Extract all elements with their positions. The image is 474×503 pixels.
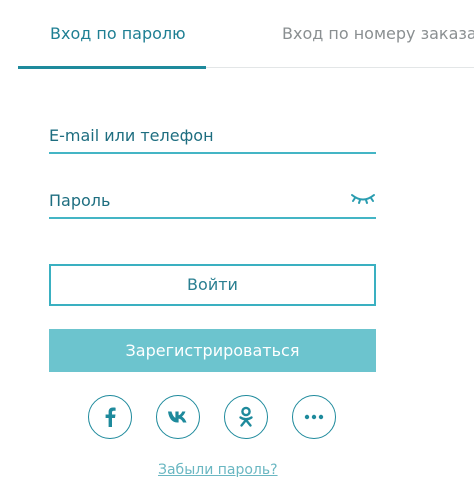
password-field-label: Пароль bbox=[49, 191, 111, 210]
odnoklassniki-login-button[interactable] bbox=[224, 395, 268, 439]
more-icon bbox=[304, 414, 324, 420]
active-tab-indicator bbox=[18, 66, 206, 69]
vk-login-button[interactable] bbox=[156, 395, 200, 439]
register-button[interactable]: Зарегистрироваться bbox=[49, 329, 376, 372]
forgot-password-link[interactable]: Забыли пароль? bbox=[158, 462, 278, 478]
auth-tabs: Вход по паролю Вход по номеру заказа bbox=[0, 0, 474, 69]
odnoklassniki-icon bbox=[238, 406, 254, 428]
show-password-eye-icon[interactable] bbox=[350, 189, 376, 207]
vk-icon bbox=[167, 410, 189, 424]
password-field[interactable]: Пароль bbox=[49, 189, 376, 221]
login-field-underline bbox=[49, 152, 376, 154]
tab-password-login[interactable]: Вход по паролю bbox=[50, 22, 186, 46]
login-field-label: E-mail или телефон bbox=[49, 126, 214, 145]
facebook-login-button[interactable] bbox=[88, 395, 132, 439]
password-field-underline bbox=[49, 217, 376, 219]
more-login-options-button[interactable] bbox=[292, 395, 336, 439]
tab-order-number-login[interactable]: Вход по номеру заказа bbox=[282, 22, 474, 46]
facebook-icon bbox=[103, 407, 117, 427]
login-button[interactable]: Войти bbox=[49, 264, 376, 306]
login-field[interactable]: E-mail или телефон bbox=[49, 124, 376, 156]
